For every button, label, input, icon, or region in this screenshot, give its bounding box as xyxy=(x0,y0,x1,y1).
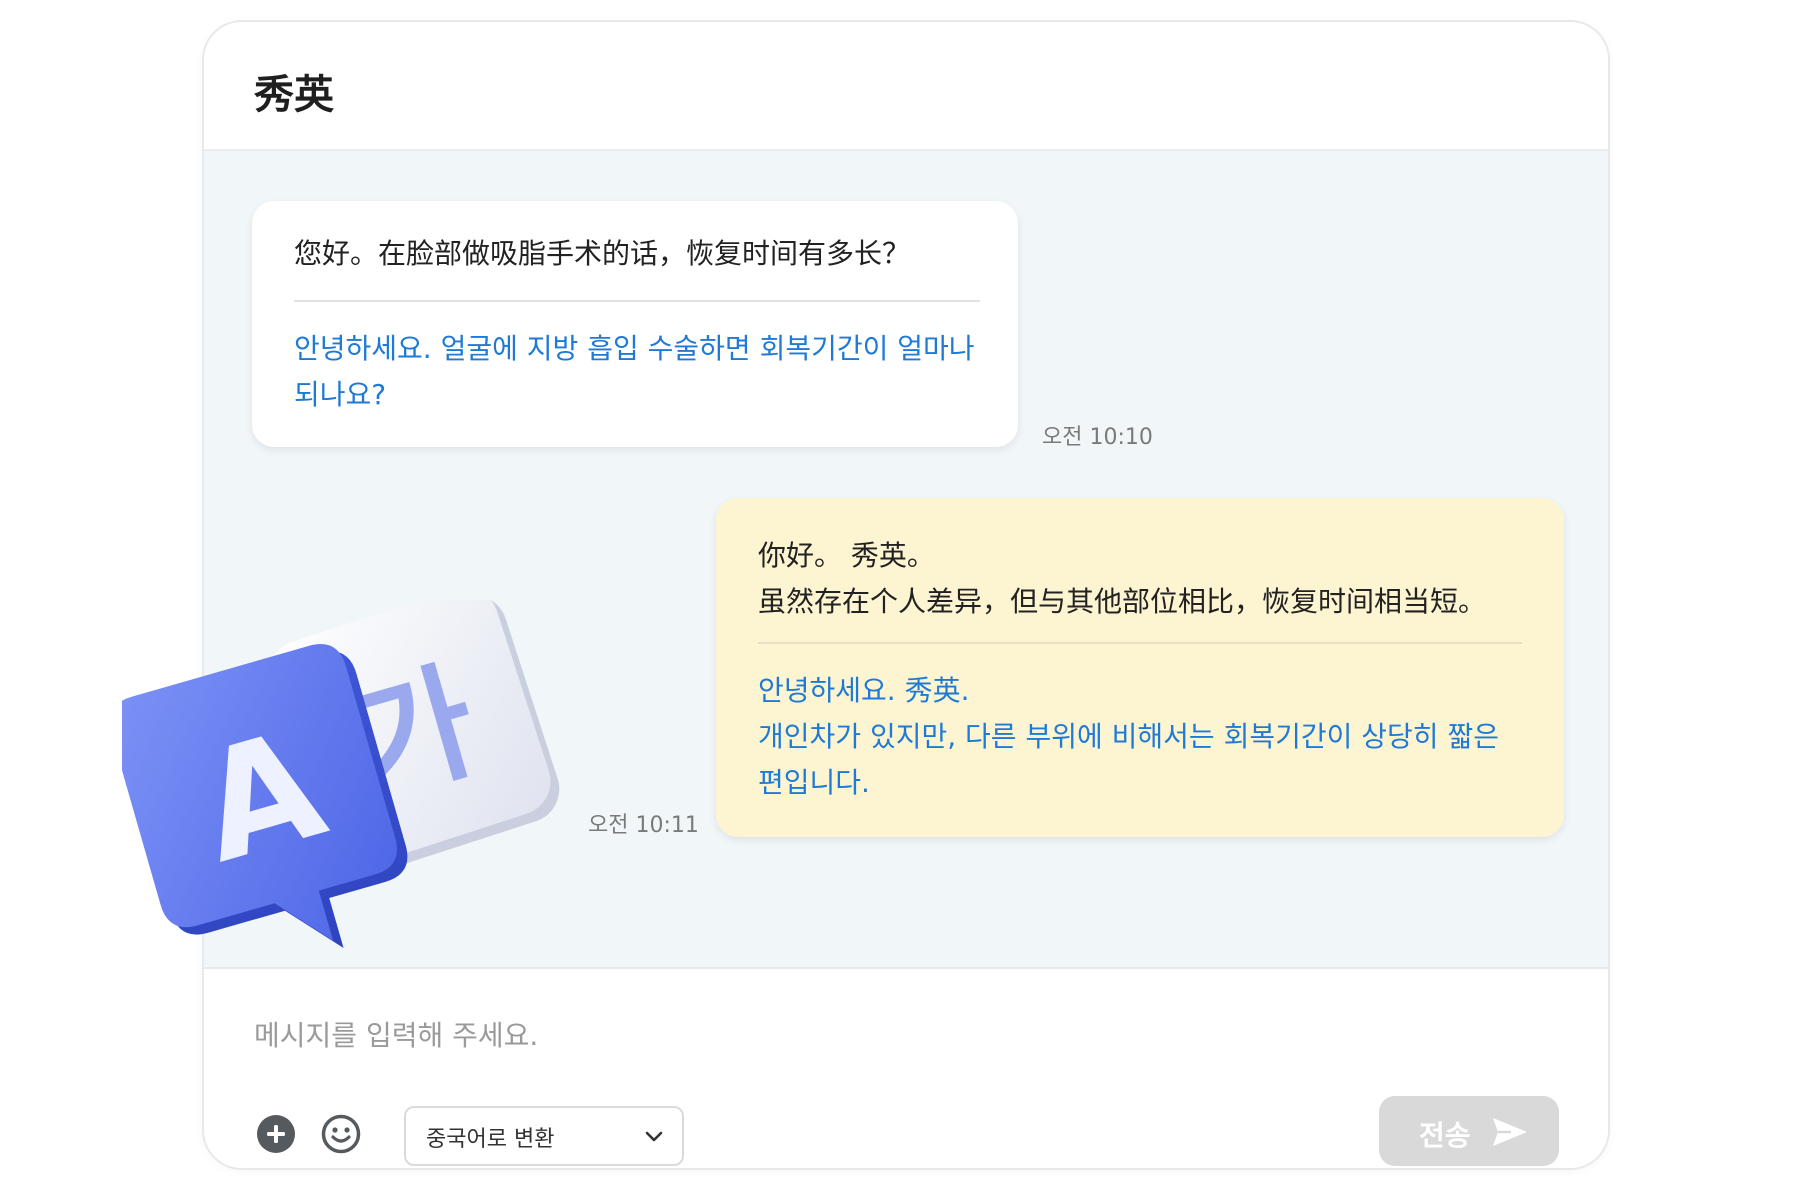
chat-window: 秀英 您好。在脸部做吸脂手术的话，恢复时间有多长？ 안녕하세요. 얼굴에 지방 … xyxy=(202,20,1610,1170)
message-bubble-incoming: 您好。在脸部做吸脂手术的话，恢复时间有多长？ 안녕하세요. 얼굴에 지방 흡입 … xyxy=(252,201,1018,447)
smiley-icon xyxy=(321,1114,361,1154)
message-translation-line: 안녕하세요. 秀英. xyxy=(758,674,970,707)
contact-name: 秀英 xyxy=(254,72,334,118)
message-timestamp: 오전 10:10 xyxy=(1042,425,1153,450)
attach-button[interactable] xyxy=(256,1114,296,1154)
paper-plane-icon xyxy=(1493,1118,1527,1146)
translate-icon: 가 A xyxy=(122,600,560,949)
composer: 중국어로 변환 전송 xyxy=(204,969,1608,1168)
emoji-button[interactable] xyxy=(321,1114,361,1154)
message-original-text: 您好。在脸部做吸脂手术的话，恢复时间有多长？ xyxy=(294,231,910,277)
plus-circle-icon xyxy=(257,1115,295,1153)
message-translation-line: 되나요? xyxy=(294,378,387,411)
stage: 秀英 您好。在脸部做吸脂手术的话，恢复时间有多长？ 안녕하세요. 얼굴에 지방 … xyxy=(0,0,1800,1200)
message-translation-text: 안녕하세요. 秀英. 개인차가 있지만, 다른 부위에 비해서는 회복기간이 상… xyxy=(758,668,1528,806)
message-original-line: 虽然存在个人差异，但与其他部位相比，恢复时间相当短。 xyxy=(758,585,1487,618)
chevron-down-icon xyxy=(645,1131,663,1142)
message-bubble-outgoing: 你好。 秀英。 虽然存在个人差异，但与其他部位相比，恢复时间相当短。 안녕하세요… xyxy=(716,498,1564,837)
send-button[interactable]: 전송 xyxy=(1379,1096,1559,1166)
chat-header: 秀英 xyxy=(204,22,1608,151)
message-original-text: 你好。 秀英。 虽然存在个人差异，但与其他部位相比，恢复时间相当短。 xyxy=(758,533,1486,625)
message-timestamp: 오전 10:11 xyxy=(588,813,699,838)
message-translation-line: 편입니다. xyxy=(758,766,870,799)
message-translation-line: 개인차가 있지만, 다른 부위에 비해서는 회복기간이 상당히 짧은 xyxy=(758,720,1499,753)
message-divider xyxy=(294,300,980,302)
translate-language-select[interactable]: 중국어로 변환 xyxy=(404,1106,684,1166)
message-translation-line: 안녕하세요. 얼굴에 지방 흡입 수술하면 회복기간이 얼마나 xyxy=(294,332,975,365)
translate-language-label: 중국어로 변환 xyxy=(426,1127,555,1152)
message-translation-text: 안녕하세요. 얼굴에 지방 흡입 수술하면 회복기간이 얼마나 되나요? xyxy=(294,326,984,418)
send-label: 전송 xyxy=(1419,1119,1471,1152)
message-divider xyxy=(758,642,1522,644)
message-original-line: 你好。 秀英。 xyxy=(758,539,935,572)
message-original-line: 您好。在脸部做吸脂手术的话，恢复时间有多长？ xyxy=(294,237,911,270)
message-input[interactable] xyxy=(252,1009,1456,1061)
